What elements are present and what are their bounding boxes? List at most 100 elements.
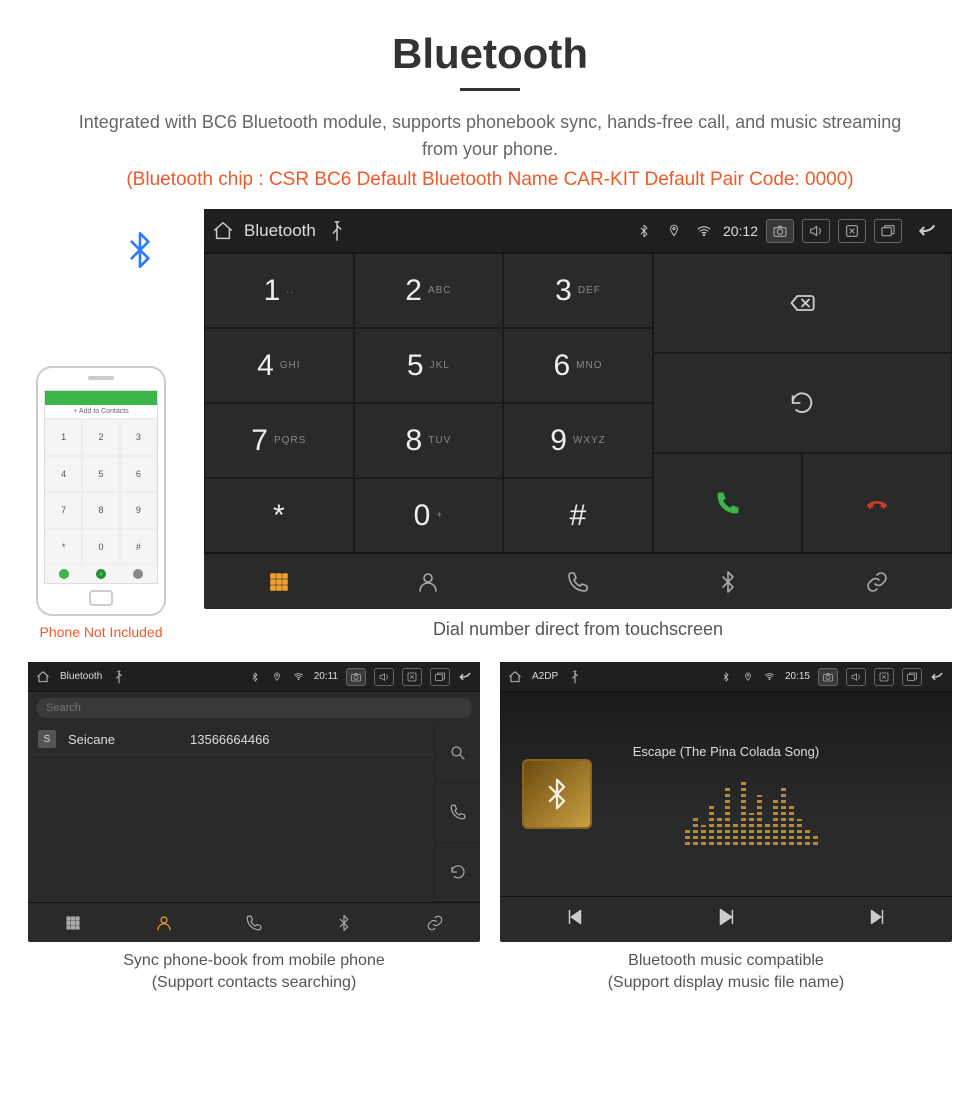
phone-key: 5: [82, 456, 119, 493]
home-icon[interactable]: [508, 670, 522, 684]
phone-key: 6: [120, 456, 157, 493]
bluetooth-status-icon: [248, 670, 262, 684]
close-button[interactable]: [402, 668, 422, 686]
back-button[interactable]: [910, 220, 944, 242]
camera-button[interactable]: [346, 668, 366, 686]
phone-illustration: + Add to Contacts 123456789*0#: [36, 366, 166, 616]
camera-button[interactable]: [818, 668, 838, 686]
call-contact-button[interactable]: [434, 783, 480, 842]
music-caption: Bluetooth music compatible (Support disp…: [500, 950, 952, 995]
phone-key: *: [45, 529, 82, 566]
key-#[interactable]: #: [503, 478, 653, 553]
key-*[interactable]: *: [204, 478, 354, 553]
tab-pair[interactable]: [802, 554, 952, 609]
dialer-caption: Dial number direct from touchscreen: [204, 619, 952, 640]
tab-recent[interactable]: [209, 903, 299, 942]
next-button[interactable]: [866, 906, 888, 933]
contacts-caption: Sync phone-book from mobile phone (Suppo…: [28, 950, 480, 995]
usb-icon: [112, 670, 126, 684]
bluetooth-icon: [120, 230, 160, 279]
key-3[interactable]: 3DEF: [503, 253, 653, 328]
back-button[interactable]: [458, 670, 472, 684]
camera-button[interactable]: [766, 219, 794, 243]
backspace-icon: [133, 569, 143, 579]
tab-pair[interactable]: [390, 903, 480, 942]
tab-dialpad[interactable]: [28, 903, 118, 942]
tab-contacts[interactable]: [354, 554, 504, 609]
phone-key: 7: [45, 492, 82, 529]
page-title: Bluetooth: [0, 30, 980, 78]
usb-icon: [568, 670, 582, 684]
hangup-button[interactable]: [802, 453, 952, 553]
volume-button[interactable]: [802, 219, 830, 243]
key-6[interactable]: 6MNO: [503, 328, 653, 403]
key-7[interactable]: 7PQRS: [204, 403, 354, 478]
search-input[interactable]: [36, 698, 472, 718]
contacts-screenshot: Bluetooth 20:11: [28, 662, 480, 942]
tab-bluetooth[interactable]: [653, 554, 803, 609]
statusbar-time: 20:15: [785, 671, 810, 682]
key-9[interactable]: 9WXYZ: [503, 403, 653, 478]
home-icon[interactable]: [212, 220, 234, 242]
wifi-icon: [292, 670, 306, 684]
backspace-button[interactable]: [653, 253, 952, 353]
title-underline: [460, 88, 520, 91]
music-screenshot: A2DP 20:15 Escape (The Pina Colada: [500, 662, 952, 942]
bluetooth-status-icon: [719, 670, 733, 684]
phone-key: 9: [120, 492, 157, 529]
back-button[interactable]: [930, 670, 944, 684]
statusbar-title: Bluetooth: [244, 221, 316, 241]
contact-name: Seicane: [68, 732, 178, 747]
close-button[interactable]: [874, 668, 894, 686]
key-5[interactable]: 5JKL: [354, 328, 504, 403]
contact-row[interactable]: S Seicane 13566664466: [28, 724, 434, 755]
call-icon: [96, 569, 106, 579]
sms-icon: [59, 569, 69, 579]
key-1[interactable]: 1..: [204, 253, 354, 328]
bluetooth-spec: (Bluetooth chip : CSR BC6 Default Blueto…: [0, 169, 980, 191]
search-button[interactable]: [434, 724, 480, 783]
location-icon: [663, 220, 685, 242]
tabs-button[interactable]: [874, 219, 902, 243]
tab-contacts[interactable]: [118, 903, 208, 942]
track-title: Escape (The Pina Colada Song): [633, 744, 819, 759]
phone-key: 3: [120, 419, 157, 456]
contact-number: 13566664466: [190, 732, 270, 747]
key-2[interactable]: 2ABC: [354, 253, 504, 328]
phone-key: 8: [82, 492, 119, 529]
refresh-contacts-button[interactable]: [434, 843, 480, 902]
usb-icon: [326, 220, 348, 242]
wifi-icon: [763, 670, 777, 684]
phone-key: #: [120, 529, 157, 566]
equalizer-visual: [685, 775, 818, 845]
tab-dialpad[interactable]: [204, 554, 354, 609]
statusbar-title: A2DP: [532, 671, 558, 682]
phone-key: 0: [82, 529, 119, 566]
bluetooth-status-icon: [633, 220, 655, 242]
key-8[interactable]: 8TUV: [354, 403, 504, 478]
location-icon: [270, 670, 284, 684]
key-4[interactable]: 4GHI: [204, 328, 354, 403]
prev-button[interactable]: [564, 906, 586, 933]
dialer-screenshot: Bluetooth 20:12 1..2ABC3DEF 4GHI5JKL6MNO 7…: [204, 209, 952, 609]
tabs-button[interactable]: [430, 668, 450, 686]
phone-key: 2: [82, 419, 119, 456]
phone-add-contacts: + Add to Contacts: [45, 405, 157, 419]
statusbar-title: Bluetooth: [60, 671, 102, 682]
close-button[interactable]: [838, 219, 866, 243]
album-art-icon: [522, 759, 592, 829]
volume-button[interactable]: [374, 668, 394, 686]
tabs-button[interactable]: [902, 668, 922, 686]
volume-button[interactable]: [846, 668, 866, 686]
tab-bluetooth[interactable]: [299, 903, 389, 942]
play-pause-button[interactable]: [715, 906, 737, 933]
page-description: Integrated with BC6 Bluetooth module, su…: [0, 109, 980, 163]
home-icon[interactable]: [36, 670, 50, 684]
statusbar-time: 20:12: [723, 223, 758, 239]
call-button[interactable]: [653, 453, 803, 553]
contact-initial: S: [38, 730, 56, 748]
phone-key: 1: [45, 419, 82, 456]
tab-recent[interactable]: [503, 554, 653, 609]
refresh-button[interactable]: [653, 353, 952, 453]
key-0[interactable]: 0+: [354, 478, 504, 553]
